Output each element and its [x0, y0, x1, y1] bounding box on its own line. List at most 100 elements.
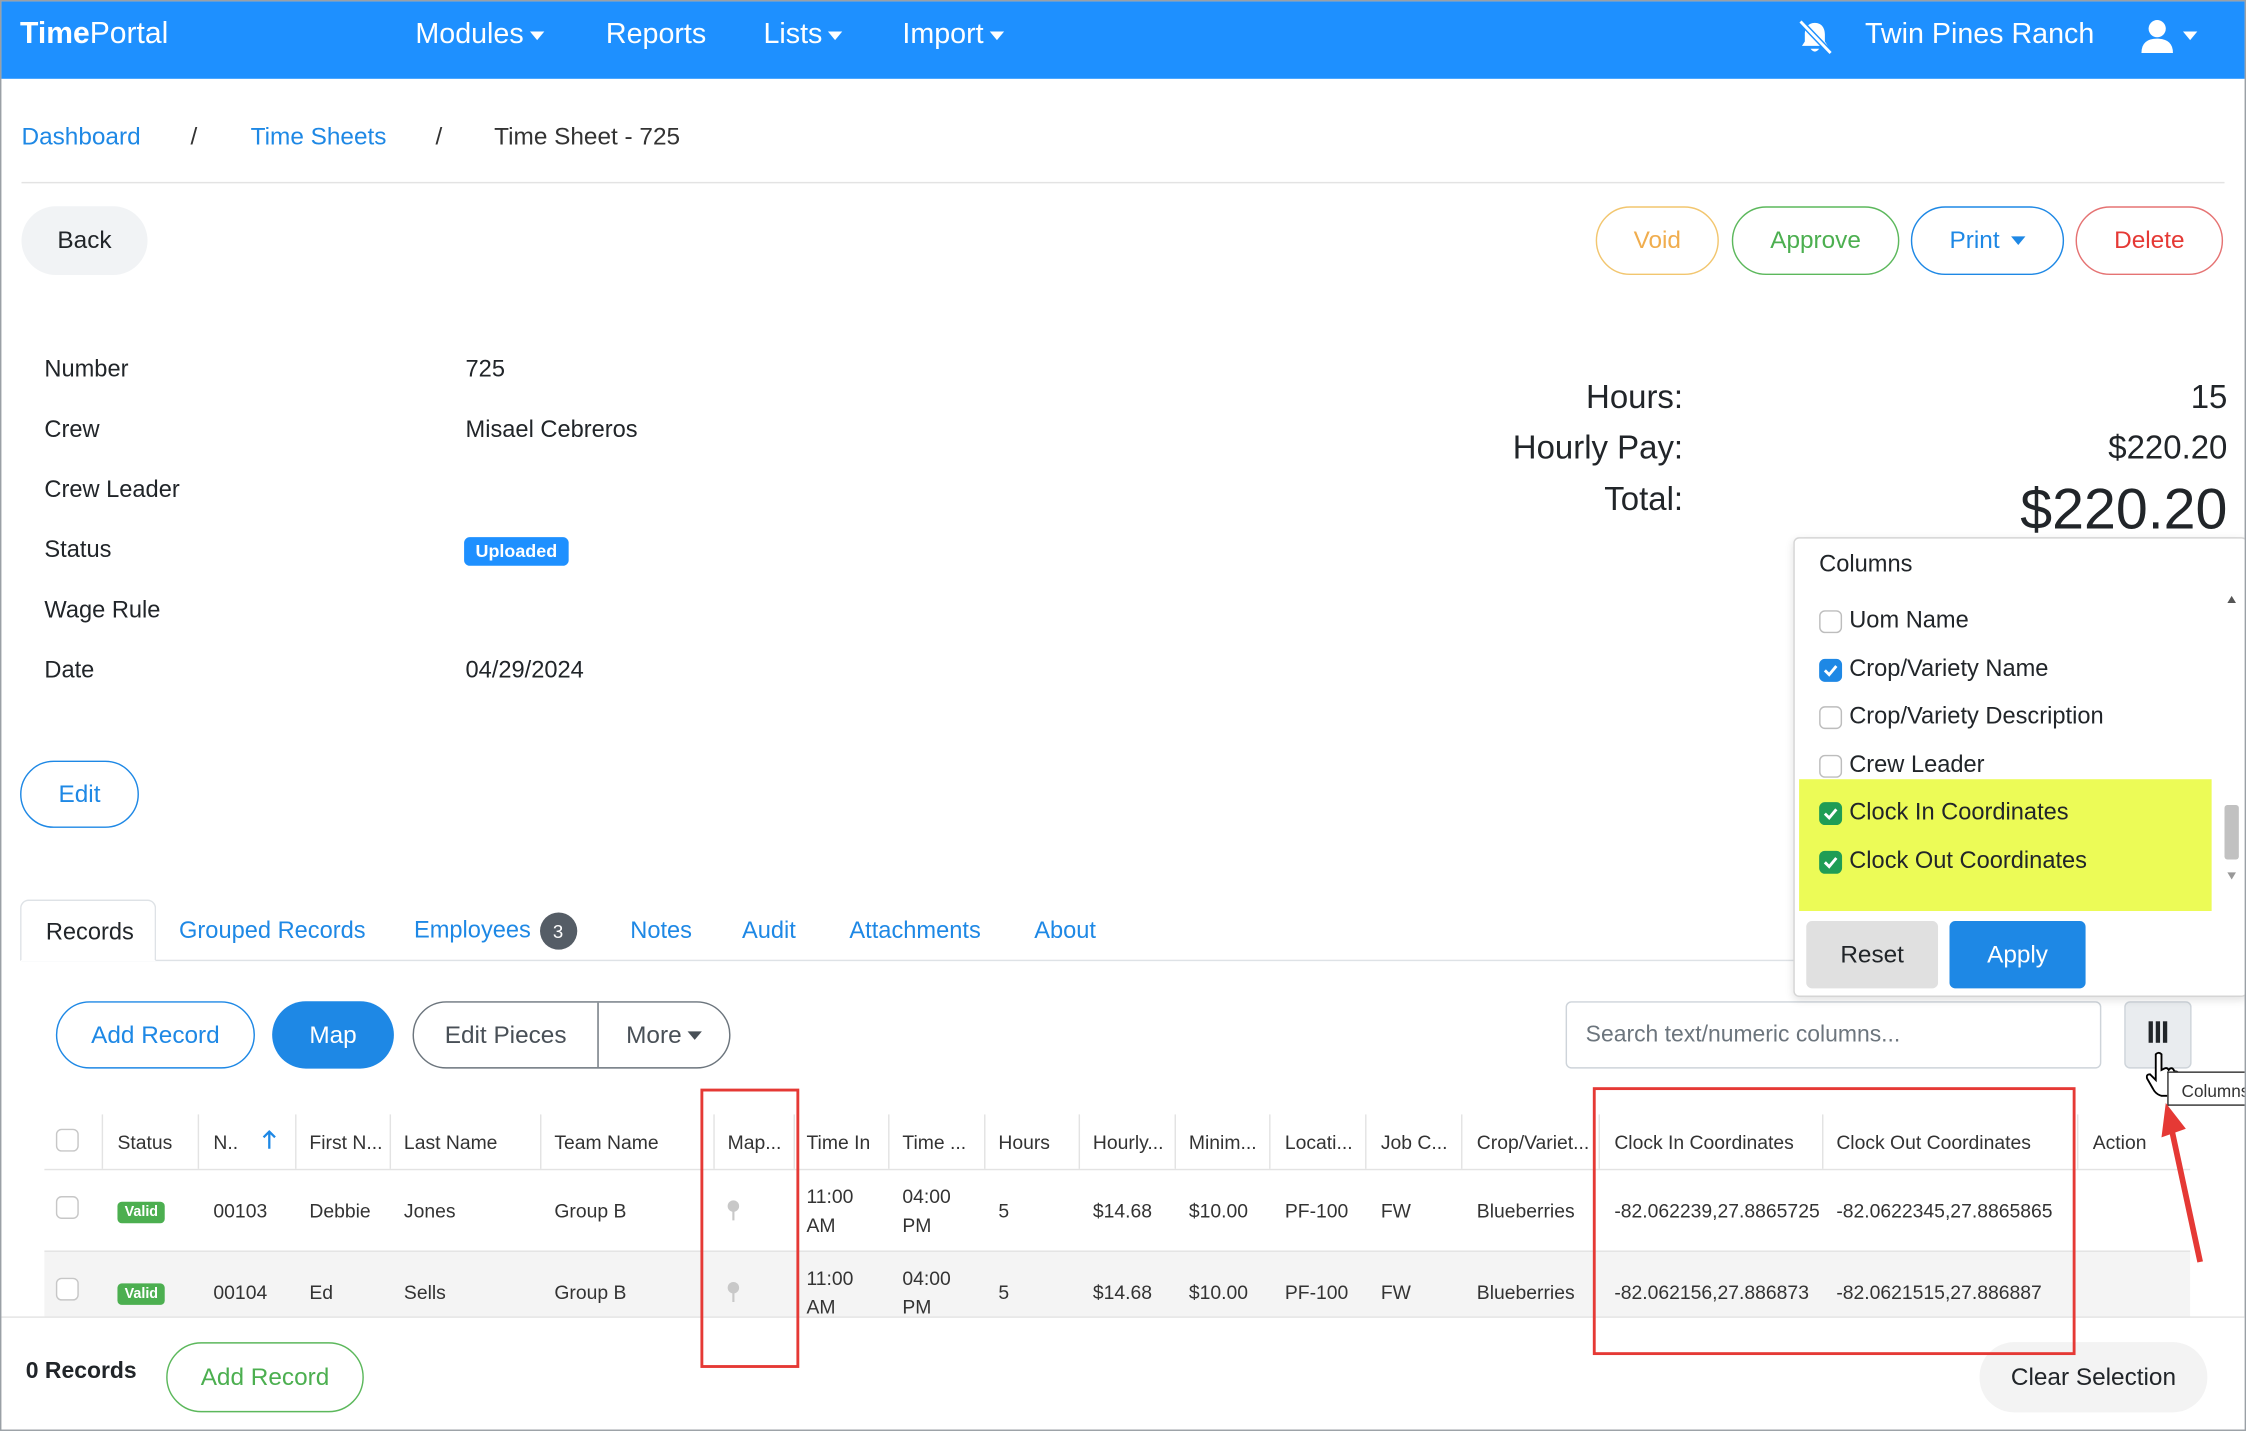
- columns-dropdown-title: Columns: [1819, 551, 1913, 578]
- tab-grouped-records[interactable]: Grouped Records: [179, 918, 366, 945]
- add-record-button[interactable]: Add Record: [55, 1001, 255, 1069]
- reset-button[interactable]: Reset: [1806, 921, 1939, 989]
- cell-time-out-period: PM: [902, 1214, 932, 1237]
- annotation-box-coordinates: [1592, 1087, 2076, 1356]
- user-icon[interactable]: [2140, 17, 2200, 57]
- apply-button[interactable]: Apply: [1949, 921, 2086, 989]
- checkbox-checked-icon[interactable]: [1819, 801, 1843, 825]
- cell-team-name: Group B: [554, 1200, 627, 1222]
- valid-badge: Valid: [117, 1201, 166, 1224]
- divider: [21, 181, 2225, 184]
- columns-icon: [2147, 1020, 2168, 1050]
- select-all-checkbox[interactable]: [55, 1128, 79, 1152]
- col-header-hourly[interactable]: Hourly...: [1093, 1132, 1164, 1153]
- nav-lists[interactable]: Lists: [763, 19, 843, 52]
- scrollbar-thumb[interactable]: [2224, 805, 2239, 860]
- delete-button[interactable]: Delete: [2075, 206, 2224, 276]
- back-button[interactable]: Back: [21, 206, 148, 276]
- date-value: 04/29/2024: [465, 657, 584, 684]
- column-option-crop-variety-name[interactable]: Crop/Variety Name: [1819, 656, 2048, 683]
- col-header-job-code[interactable]: Job C...: [1381, 1132, 1448, 1153]
- col-header-status[interactable]: Status: [117, 1132, 172, 1153]
- breadcrumb-dashboard[interactable]: Dashboard: [21, 123, 140, 152]
- print-button[interactable]: Print: [1910, 206, 2065, 276]
- column-option-clock-out-coordinates[interactable]: Clock Out Coordinates: [1819, 848, 2087, 875]
- void-button[interactable]: Void: [1595, 206, 1719, 276]
- edit-pieces-button[interactable]: Edit Pieces: [414, 1002, 599, 1068]
- column-option-crop-variety-description[interactable]: Crop/Variety Description: [1819, 703, 2104, 730]
- column-option-uom-name[interactable]: Uom Name: [1819, 607, 1969, 634]
- status-badge: Uploaded: [464, 537, 569, 566]
- sort-ascending-icon[interactable]: [262, 1130, 276, 1150]
- map-button[interactable]: Map: [272, 1001, 394, 1069]
- hourly-pay-value: $220.20: [2108, 428, 2228, 466]
- cell-time-out: 04:00: [902, 1267, 951, 1290]
- brand-logo[interactable]: TimePortal: [20, 17, 168, 51]
- cell-hourly: $14.68: [1092, 1200, 1153, 1222]
- tab-notes[interactable]: Notes: [630, 918, 692, 945]
- nav-import[interactable]: Import: [902, 19, 1004, 52]
- cell-location: PF-100: [1284, 1281, 1349, 1304]
- cell-hourly: $14.68: [1092, 1281, 1153, 1304]
- row-checkbox[interactable]: [55, 1277, 79, 1301]
- top-navbar: TimePortal Modules Reports Lists Import …: [1, 1, 2245, 79]
- col-header-crop-variety[interactable]: Crop/Variet...: [1477, 1132, 1589, 1153]
- col-header-minimum[interactable]: Minim...: [1189, 1132, 1257, 1153]
- tab-attachments[interactable]: Attachments: [849, 918, 980, 945]
- more-button[interactable]: More: [599, 1003, 729, 1067]
- row-checkbox[interactable]: [55, 1196, 79, 1219]
- cell-minimum: $10.00: [1188, 1281, 1249, 1304]
- column-option-clock-in-coordinates[interactable]: Clock In Coordinates: [1819, 799, 2069, 826]
- chevron-down-icon: [687, 1030, 702, 1040]
- footer-add-record-button[interactable]: Add Record: [166, 1342, 364, 1413]
- col-header-action[interactable]: Action: [2093, 1132, 2147, 1153]
- search-input[interactable]: Search text/numeric columns...: [1565, 1001, 2102, 1069]
- nav-reports[interactable]: Reports: [606, 19, 706, 52]
- crew-value: Misael Cebreros: [465, 416, 638, 443]
- col-header-number[interactable]: N..: [213, 1132, 238, 1153]
- cell-time-in-period: AM: [806, 1296, 836, 1318]
- cell-first-name: Debbie: [309, 1200, 371, 1222]
- tab-records[interactable]: Records: [20, 899, 157, 962]
- nav-modules[interactable]: Modules: [415, 19, 544, 52]
- checkbox-unchecked-icon[interactable]: [1819, 754, 1843, 778]
- cell-last-name: Jones: [403, 1200, 456, 1222]
- chevron-down-icon: [828, 31, 843, 40]
- cell-location: PF-100: [1284, 1200, 1349, 1222]
- tab-employees[interactable]: Employees 3: [414, 912, 577, 950]
- checkbox-checked-icon[interactable]: [1819, 850, 1843, 874]
- checkbox-unchecked-icon[interactable]: [1819, 705, 1843, 729]
- cell-time-in-period: AM: [806, 1214, 836, 1237]
- cell-job-code: FW: [1380, 1281, 1411, 1304]
- approve-button[interactable]: Approve: [1731, 206, 1900, 276]
- total-label: Total:: [1604, 479, 1684, 518]
- edit-button[interactable]: Edit: [20, 760, 139, 828]
- column-option-crew-leader[interactable]: Crew Leader: [1819, 752, 1985, 779]
- checkbox-unchecked-icon[interactable]: [1819, 609, 1843, 633]
- breadcrumb-timesheets[interactable]: Time Sheets: [251, 123, 387, 152]
- col-header-last-name[interactable]: Last Name: [404, 1132, 498, 1153]
- columns-dropdown: Columns Uom Name Crop/Variety Name Crop/…: [1793, 537, 2245, 997]
- stage: TimePortal Modules Reports Lists Import …: [0, 0, 2246, 1431]
- col-header-location[interactable]: Locati...: [1285, 1132, 1353, 1153]
- bell-slash-icon[interactable]: [1795, 17, 1835, 57]
- tab-audit[interactable]: Audit: [742, 918, 796, 945]
- valid-badge: Valid: [117, 1283, 166, 1305]
- col-header-first-name[interactable]: First N...: [309, 1132, 382, 1153]
- hours-label: Hours:: [1586, 378, 1684, 416]
- tab-about[interactable]: About: [1034, 918, 1096, 945]
- number-label: Number: [44, 356, 129, 383]
- col-header-time-out[interactable]: Time ...: [902, 1132, 966, 1153]
- breadcrumb-current: Time Sheet - 725: [494, 123, 681, 151]
- ranch-name[interactable]: Twin Pines Ranch: [1865, 19, 2094, 52]
- col-header-time-in[interactable]: Time In: [806, 1132, 870, 1153]
- checkbox-checked-icon[interactable]: [1819, 658, 1843, 682]
- col-header-hours[interactable]: Hours: [998, 1132, 1050, 1153]
- col-header-team-name[interactable]: Team Name: [554, 1132, 658, 1153]
- crew-leader-label: Crew Leader: [44, 476, 180, 503]
- cell-last-name: Sells: [403, 1281, 446, 1304]
- crew-label: Crew: [44, 416, 100, 443]
- cell-time-out-period: PM: [902, 1296, 932, 1318]
- chevron-down-icon: [529, 31, 544, 40]
- cell-time-in: 11:00: [806, 1186, 854, 1208]
